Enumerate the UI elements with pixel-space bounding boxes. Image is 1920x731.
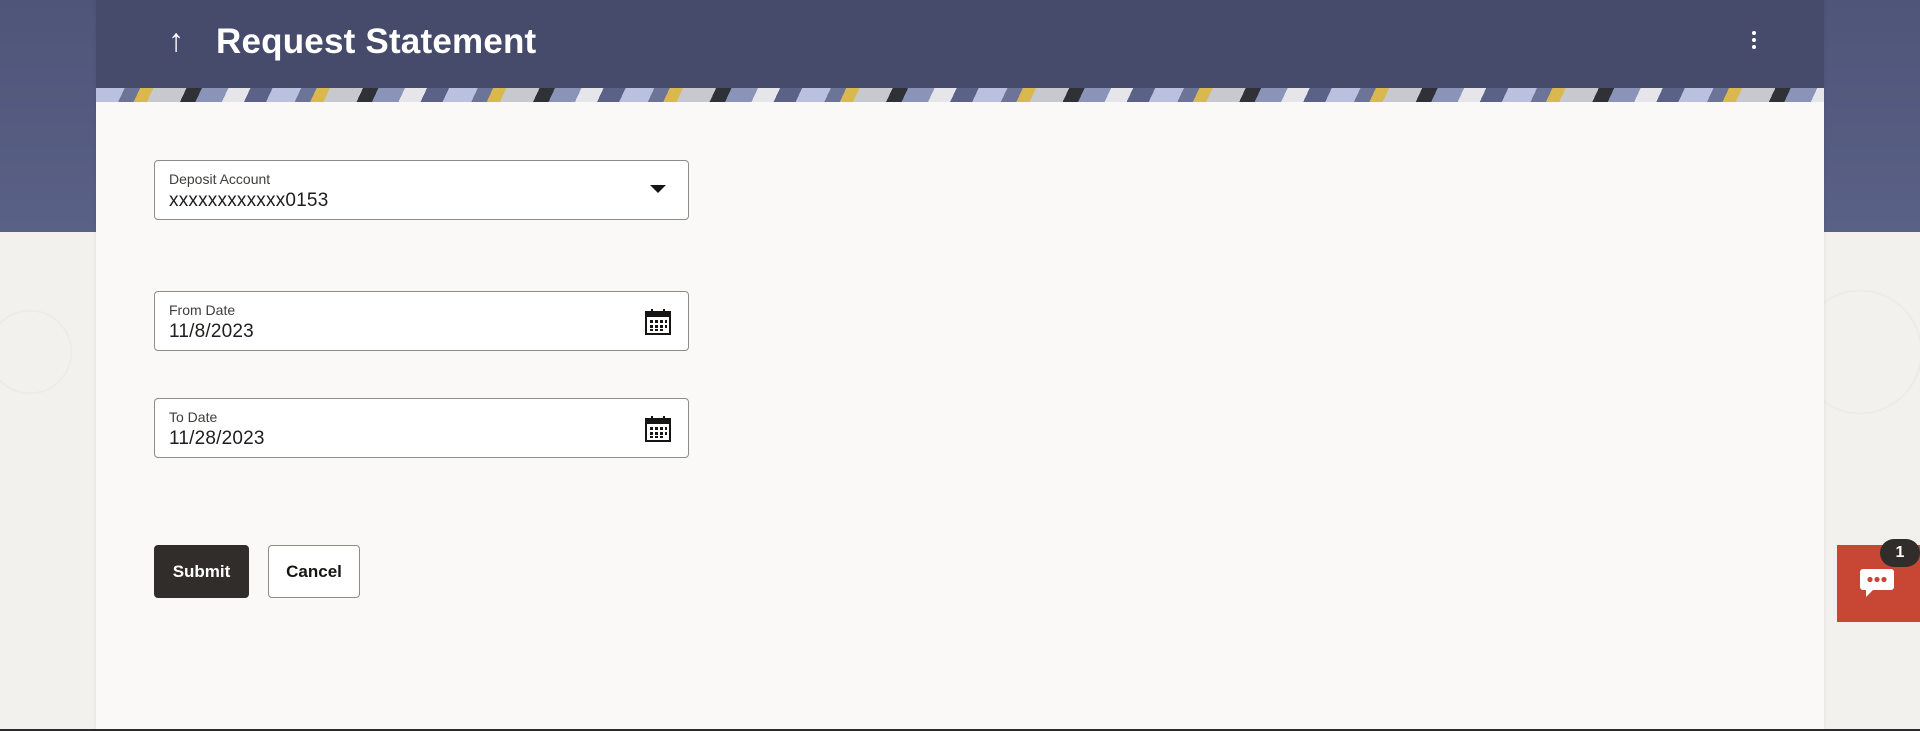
from-date-field[interactable]: From Date 11/8/2023 [154,291,689,351]
chevron-down-icon[interactable] [650,185,666,193]
cancel-button[interactable]: Cancel [268,545,360,598]
deposit-account-label: Deposit Account [169,171,271,187]
main-card: ↑ Request Statement Deposit Account xxxx… [96,0,1824,731]
from-date-value: 11/8/2023 [169,321,254,342]
deposit-account-value: xxxxxxxxxxxx0153 [169,190,329,211]
from-date-label: From Date [169,302,236,318]
arrow-up-icon[interactable]: ↑ [160,20,192,60]
chat-notification-badge: 1 [1880,539,1920,567]
kebab-menu-icon[interactable] [1746,28,1762,54]
header-decorative-banner [96,88,1824,102]
calendar-icon[interactable] [644,415,672,443]
submit-button[interactable]: Submit [154,545,249,598]
calendar-icon[interactable] [644,308,672,336]
chat-bubble-icon [1860,569,1894,597]
deposit-account-select[interactable]: Deposit Account xxxxxxxxxxxx0153 [154,160,689,220]
to-date-label: To Date [169,409,218,425]
page-title: Request Statement [216,22,537,61]
to-date-field[interactable]: To Date 11/28/2023 [154,398,689,458]
to-date-value: 11/28/2023 [169,428,265,449]
page-header: ↑ Request Statement [96,0,1824,88]
